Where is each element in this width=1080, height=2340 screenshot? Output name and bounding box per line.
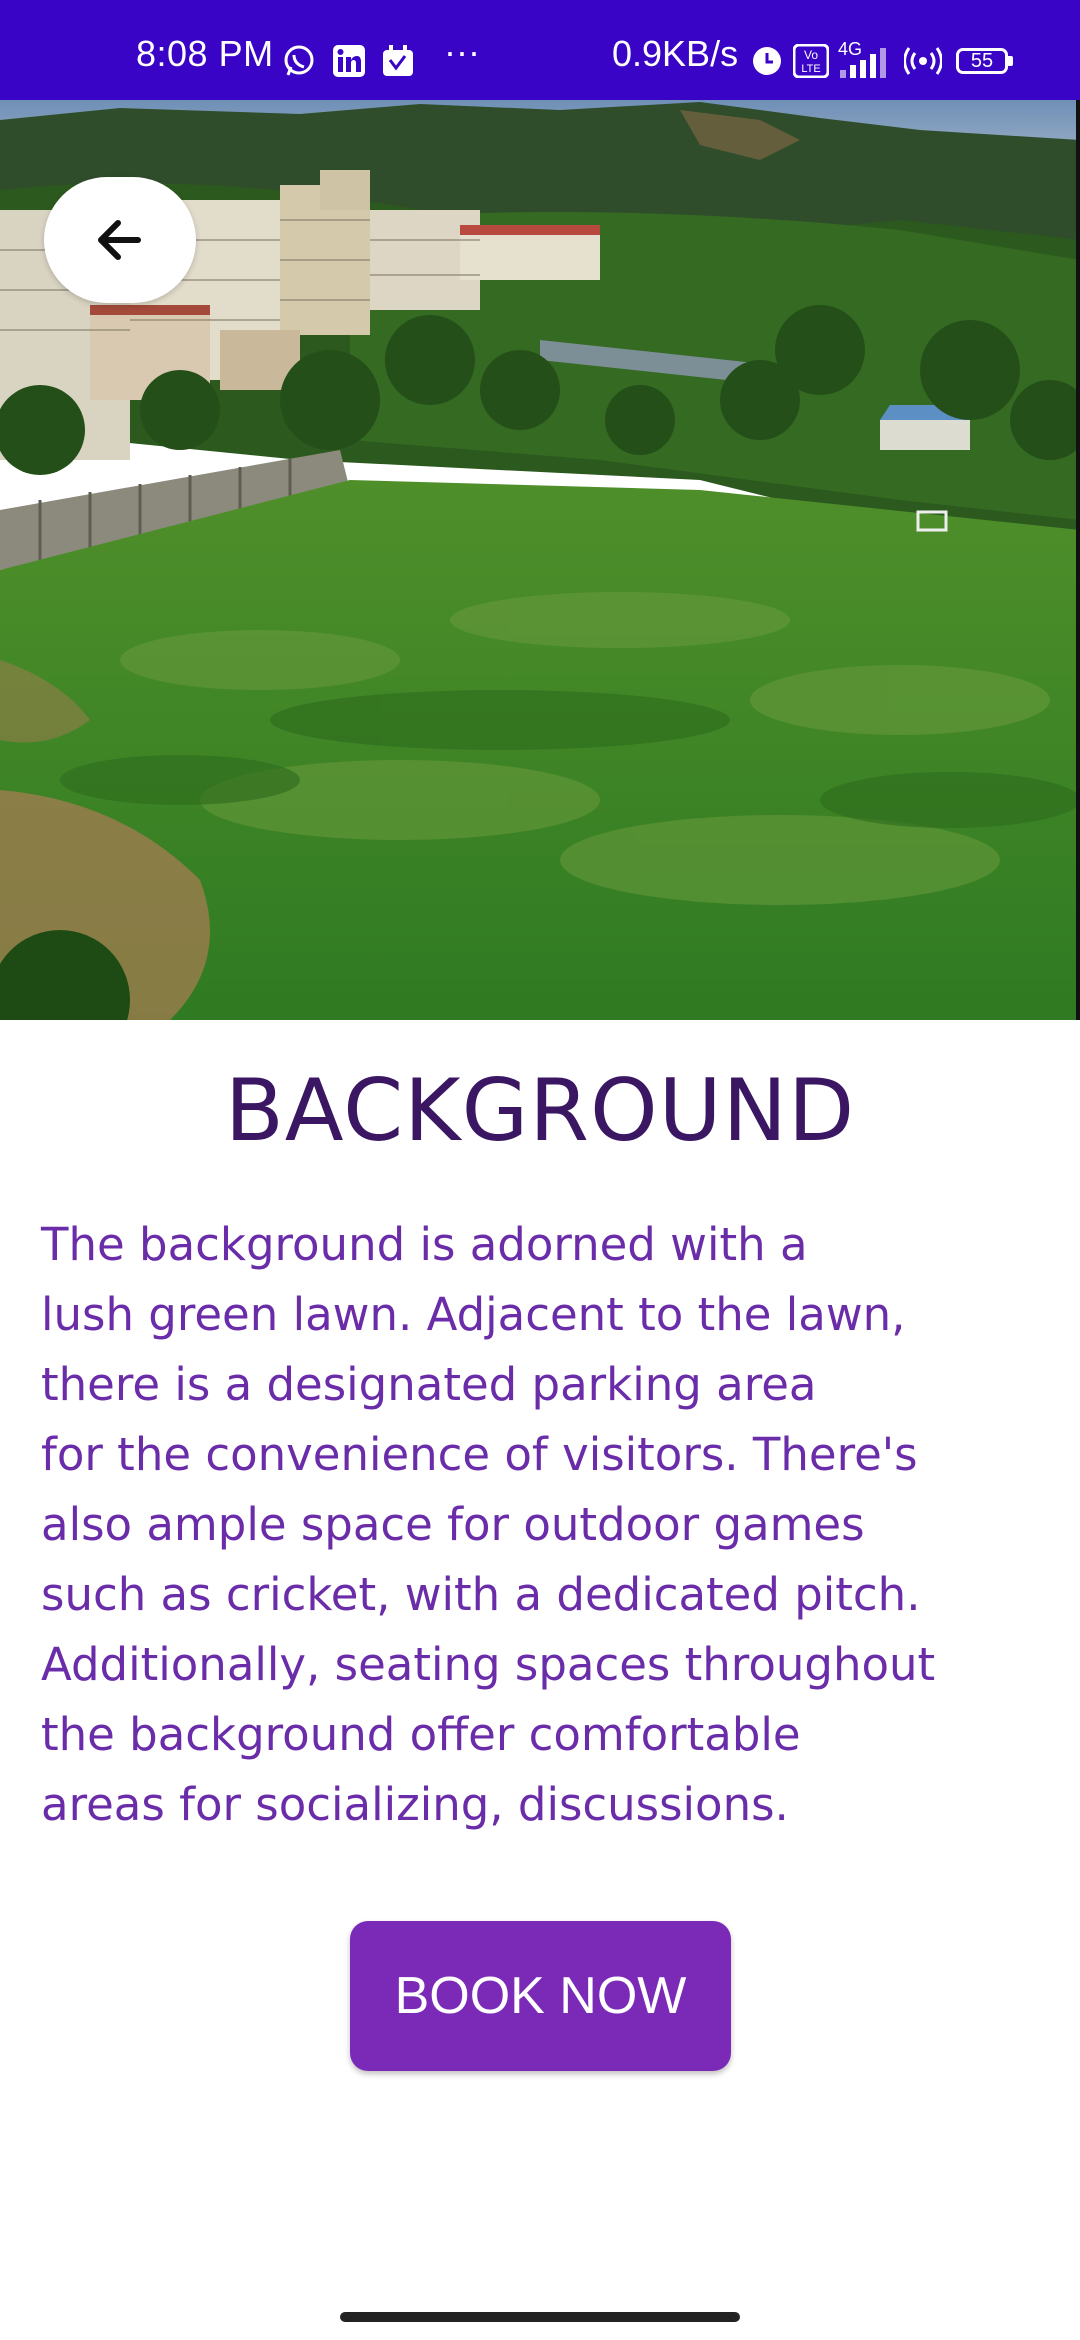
back-button[interactable] [44,177,196,303]
description-line: there is a designated parking area [41,1358,817,1411]
battery-tip [1008,56,1013,66]
description-line: The background is adorned with a [41,1218,808,1271]
home-indicator[interactable] [340,2312,740,2322]
page-title: BACKGROUND [224,1061,856,1161]
description-line: for the convenience of visitors. There's [41,1428,918,1481]
description-line: Additionally, seating spaces throughout [41,1638,936,1691]
description-line: such as cricket, with a dedicated pitch. [41,1568,921,1621]
description: The background is adorned with a lush gr… [41,1210,1051,1840]
arrow-left-icon [98,220,141,260]
description-line: also ample space for outdoor games [41,1498,865,1551]
more-notifications: ··· [444,31,480,72]
description-line: the background offer comfortable [41,1708,801,1761]
network-speed: 0.9KB/s [612,33,739,74]
svg-text:LTE: LTE [801,63,820,75]
description-line: lush green lawn. Adjacent to the lawn, [41,1288,906,1341]
hotspot-icon [904,47,942,75]
signal-icon [840,48,886,78]
status-bar: 8:08 PM ··· 0.9KB/s Vo LTE 4G 55 [0,0,1080,100]
app-notification-icon [383,45,413,76]
volte-icon: Vo LTE [793,44,829,78]
book-now-button[interactable]: BOOK NOW [350,1921,731,2071]
svg-text:Vo: Vo [804,48,818,62]
description-line: areas for socializing, discussions. [41,1778,789,1831]
screen: 8:08 PM ··· 0.9KB/s Vo LTE 4G 55 BACKGRO… [0,0,1080,2340]
alarm-icon [753,47,781,75]
status-time: 8:08 PM [136,33,274,74]
whatsapp-icon [284,45,314,76]
linkedin-icon [333,45,365,77]
battery-icon: 55 [956,48,1008,74]
